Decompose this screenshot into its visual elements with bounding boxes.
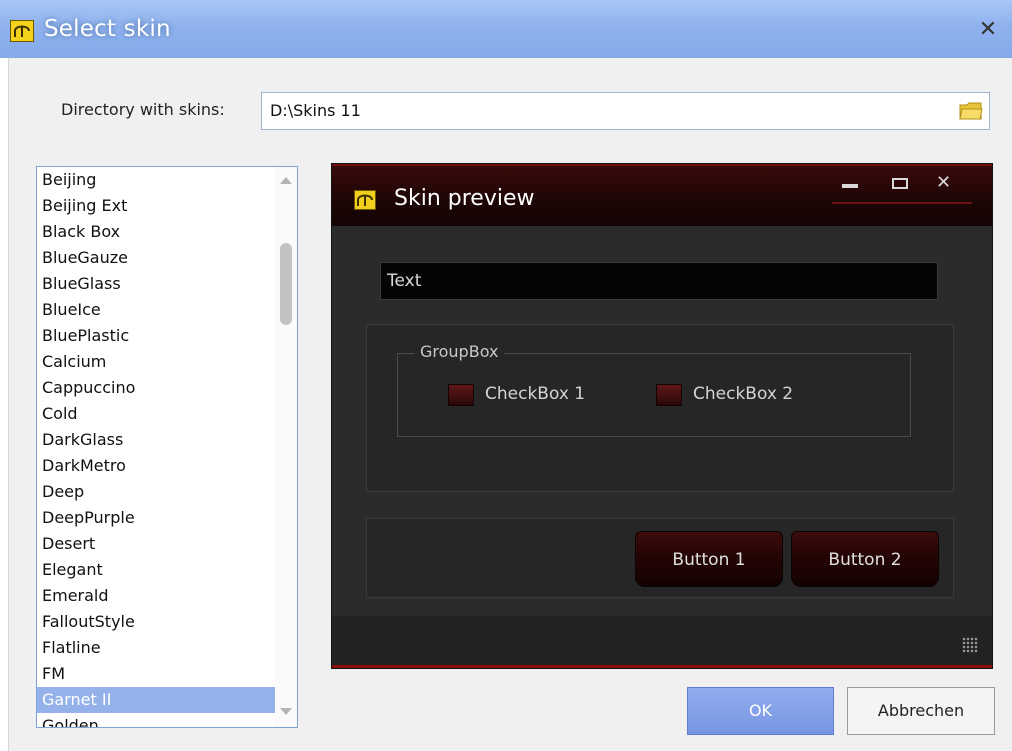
preview-textbox-value: Text <box>387 271 422 291</box>
maximize-icon <box>892 178 908 189</box>
directory-label: Directory with skins: <box>61 100 225 119</box>
preview-button-1: Button 1 <box>635 531 783 587</box>
app-icon <box>10 20 34 42</box>
preview-app-icon <box>354 190 376 210</box>
skin-list-item[interactable]: Desert <box>37 531 297 557</box>
preview-checkbox-1 <box>448 384 474 406</box>
preview-close-icon: ✕ <box>936 172 952 193</box>
scroll-down-icon[interactable] <box>280 708 292 715</box>
groupbox-label: GroupBox <box>414 342 505 361</box>
preview-textbox: Text <box>380 262 938 300</box>
skin-list-item[interactable]: Black Box <box>37 219 297 245</box>
ok-button[interactable]: OK <box>687 687 834 735</box>
preview-body: Text GroupBox CheckBox 1 CheckBox 2 Butt… <box>332 226 992 668</box>
window-title: Select skin <box>44 16 171 42</box>
skin-list-item[interactable]: Beijing <box>37 167 297 193</box>
skin-list-scrollbar[interactable] <box>275 167 297 727</box>
preview-title: Skin preview <box>394 186 535 211</box>
skin-list[interactable]: Beijing Beijing Ext Black Box BlueGauze Blue… <box>36 166 298 728</box>
skin-list-item[interactable]: BlueIce <box>37 297 297 323</box>
close-icon[interactable]: ✕ <box>972 16 1004 44</box>
skin-list-item[interactable]: Emerald <box>37 583 297 609</box>
skin-list-item[interactable]: BluePlastic <box>37 323 297 349</box>
cancel-button[interactable]: Abbrechen <box>847 687 995 735</box>
preview-titlebar: Skin preview ✕ <box>332 164 992 226</box>
skin-list-item[interactable]: Beijing Ext <box>37 193 297 219</box>
skin-list-item[interactable]: DeepPurple <box>37 505 297 531</box>
skin-list-item[interactable]: Flatline <box>37 635 297 661</box>
skin-list-item[interactable]: FM <box>37 661 297 687</box>
preview-checkbox-2-label: CheckBox 2 <box>693 384 794 404</box>
minimize-icon <box>842 184 858 188</box>
resize-grip-icon <box>962 637 978 653</box>
skin-list-item[interactable]: Cappuccino <box>37 375 297 401</box>
skin-list-item[interactable]: Calcium <box>37 349 297 375</box>
skin-preview: Skin preview ✕ Text GroupBox CheckBox 1 … <box>332 164 992 668</box>
scroll-thumb[interactable] <box>280 243 292 325</box>
skin-list-item[interactable]: Deep <box>37 479 297 505</box>
skin-list-item[interactable]: Golden <box>37 713 297 727</box>
preview-button-bar: Button 1 Button 2 <box>366 518 954 598</box>
preview-button-2: Button 2 <box>791 531 939 587</box>
preview-window-controls: ✕ <box>832 172 972 204</box>
preview-groupbox: GroupBox CheckBox 1 CheckBox 2 <box>397 342 911 437</box>
skin-list-item[interactable]: BlueGauze <box>37 245 297 271</box>
directory-value: D:\Skins 11 <box>270 101 361 120</box>
skin-list-item[interactable]: Elegant <box>37 557 297 583</box>
skin-list-item[interactable]: Garnet II <box>37 687 297 713</box>
preview-panel: GroupBox CheckBox 1 CheckBox 2 <box>366 324 954 492</box>
skin-list-item[interactable]: DarkGlass <box>37 427 297 453</box>
skin-list-item[interactable]: DarkMetro <box>37 453 297 479</box>
skin-list-item[interactable]: FalloutStyle <box>37 609 297 635</box>
skin-list-item[interactable]: BlueGlass <box>37 271 297 297</box>
window-titlebar: Select skin ✕ <box>0 0 1012 58</box>
scroll-up-icon[interactable] <box>280 177 292 184</box>
skin-list-item[interactable]: Cold <box>37 401 297 427</box>
directory-input[interactable]: D:\Skins 11 <box>261 92 990 130</box>
preview-checkbox-2 <box>656 384 682 406</box>
preview-checkbox-1-label: CheckBox 1 <box>485 384 586 404</box>
folder-icon[interactable] <box>959 100 983 122</box>
preview-statusbar <box>332 616 992 668</box>
skin-list-items: Beijing Beijing Ext Black Box BlueGauze Blue… <box>37 167 297 727</box>
